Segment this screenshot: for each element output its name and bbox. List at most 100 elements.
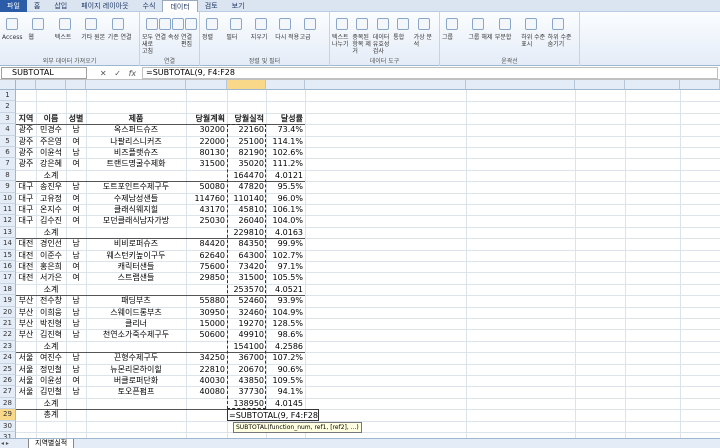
ribbon-tab-3[interactable]: 페이지 레이아웃 — [74, 0, 135, 12]
cell[interactable]: 나팔리스니커즈 — [86, 136, 186, 147]
row-header[interactable]: 21 — [0, 318, 16, 330]
cell[interactable]: 50600 — [186, 329, 227, 340]
cell[interactable]: 여진수 — [36, 352, 66, 363]
row-header[interactable]: 3 — [0, 112, 16, 125]
cell[interactable]: 대전 — [16, 250, 36, 261]
select-all-corner[interactable] — [0, 80, 16, 90]
cell[interactable]: 73.4% — [266, 124, 305, 135]
ribbon-tab-1[interactable]: 홈 — [27, 0, 47, 12]
cell[interactable]: 서울 — [16, 375, 36, 386]
cell[interactable]: 웨스턴키높이구두 — [86, 250, 186, 261]
cell[interactable]: 광주 — [16, 136, 36, 147]
cell[interactable]: 클래식웨지힐 — [86, 204, 186, 215]
cell[interactable]: 서가은 — [36, 272, 66, 283]
cell[interactable]: 104.9% — [266, 307, 305, 318]
ribbon-button-icon[interactable] — [303, 18, 316, 30]
cell[interactable]: 클리너 — [86, 318, 186, 329]
ribbon-button-icon[interactable] — [159, 18, 171, 30]
cell[interactable]: 22000 — [186, 136, 227, 147]
cell[interactable]: 114.1% — [266, 136, 305, 147]
cell[interactable]: 4.0145 — [266, 398, 305, 409]
row-header[interactable]: 1 — [0, 90, 16, 102]
ribbon-button-icon[interactable] — [254, 18, 267, 30]
sheet-tab[interactable]: 지역별실적 — [28, 439, 75, 448]
ribbon-button-icon[interactable] — [279, 18, 292, 30]
cell[interactable]: 109.5% — [266, 375, 305, 386]
ribbon-tab-0[interactable]: 파일 — [0, 0, 27, 12]
cell[interactable]: 여 — [66, 272, 86, 283]
cell[interactable]: 96.0% — [266, 193, 305, 204]
cell[interactable]: 김수진 — [36, 215, 66, 226]
cell[interactable]: 송진우 — [36, 181, 66, 192]
insert-function-icon[interactable]: fx — [129, 69, 137, 78]
cell[interactable]: 남 — [66, 307, 86, 318]
cell[interactable]: 남 — [66, 364, 86, 375]
cell[interactable]: 80130 — [186, 147, 227, 158]
cell[interactable]: 34250 — [186, 352, 227, 363]
cell[interactable]: 98.6% — [266, 329, 305, 340]
row-header[interactable]: 30 — [0, 420, 16, 432]
row-header[interactable]: 18 — [0, 283, 16, 296]
cell[interactable]: 비즈플랫슈즈 — [86, 147, 186, 158]
cell[interactable]: 4.0163 — [266, 227, 305, 238]
row-header[interactable]: 23 — [0, 340, 16, 353]
row-header[interactable]: 14 — [0, 238, 16, 250]
ribbon-tab-2[interactable]: 삽입 — [47, 0, 74, 12]
cell[interactable]: 버클로퍼단화 — [86, 375, 186, 386]
cell[interactable]: 뉴몬리몬하이힐 — [86, 364, 186, 375]
cell[interactable]: 95.5% — [266, 181, 305, 192]
cell[interactable]: 30200 — [186, 124, 227, 135]
cell[interactable]: 부산 — [16, 307, 36, 318]
cell[interactable]: 트랜드명굴수제화 — [86, 158, 186, 169]
cell[interactable]: 남 — [66, 147, 86, 158]
cell[interactable]: 여 — [66, 193, 86, 204]
cell[interactable]: 스웨이드롱부츠 — [86, 307, 186, 318]
row-header[interactable]: 19 — [0, 295, 16, 307]
cell[interactable]: 부산 — [16, 329, 36, 340]
column-header-H[interactable] — [305, 80, 466, 90]
cell[interactable]: 서울 — [16, 386, 36, 397]
cell[interactable]: 대전 — [16, 272, 36, 283]
ribbon-button-icon[interactable] — [6, 18, 18, 30]
ribbon-button-icon[interactable] — [336, 18, 348, 30]
cell[interactable]: 30950 — [186, 307, 227, 318]
cell[interactable]: 광주 — [16, 147, 36, 158]
cell[interactable]: 지역 — [16, 113, 36, 124]
ribbon-tab-7[interactable]: 보기 — [225, 0, 252, 12]
row-header[interactable]: 10 — [0, 192, 16, 204]
ribbon-button-icon[interactable] — [356, 18, 369, 30]
cell[interactable]: 달성률 — [266, 113, 305, 124]
cell[interactable]: 수제남성샌들 — [86, 193, 186, 204]
cell[interactable]: 패딩부츠 — [86, 295, 186, 306]
cell[interactable]: 99.9% — [266, 238, 305, 249]
enter-icon[interactable]: ✓ — [114, 69, 121, 78]
cell[interactable]: 111.2% — [266, 158, 305, 169]
cell[interactable]: 여 — [66, 136, 86, 147]
cell[interactable]: 모던클래식남자가방 — [86, 215, 186, 226]
column-header-A[interactable] — [16, 80, 36, 90]
cell[interactable]: 남 — [66, 329, 86, 340]
row-header[interactable]: 6 — [0, 147, 16, 159]
cell[interactable]: 84420 — [186, 238, 227, 249]
row-header[interactable]: 17 — [0, 272, 16, 284]
column-header-C[interactable] — [66, 80, 86, 90]
name-box[interactable]: SUBTOTAL — [1, 67, 87, 79]
cell[interactable]: 비비로퍼슈즈 — [86, 238, 186, 249]
cell[interactable]: 남 — [66, 295, 86, 306]
cell[interactable]: 부산 — [16, 295, 36, 306]
column-header-D[interactable] — [86, 80, 186, 90]
cell[interactable]: 대전 — [16, 238, 36, 249]
ribbon-tab-6[interactable]: 검토 — [198, 0, 225, 12]
cell[interactable]: 대전 — [16, 261, 36, 272]
cell[interactable]: 주은영 — [36, 136, 66, 147]
row-header[interactable]: 25 — [0, 363, 16, 375]
cell[interactable]: 102.6% — [266, 147, 305, 158]
cell[interactable]: 부산 — [16, 318, 36, 329]
cell[interactable]: 남 — [66, 181, 86, 192]
column-header-G[interactable] — [266, 80, 305, 90]
cell[interactable]: 남 — [66, 386, 86, 397]
row-header[interactable]: 9 — [0, 181, 16, 193]
cell[interactable]: 광주 — [16, 124, 36, 135]
cell[interactable]: 107.2% — [266, 352, 305, 363]
cell[interactable]: 스트랩샌들 — [86, 272, 186, 283]
